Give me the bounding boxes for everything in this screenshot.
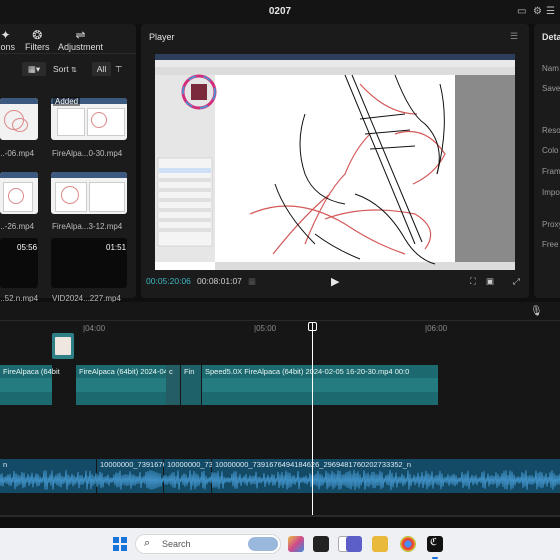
tool-effects-label: tions xyxy=(0,42,16,52)
filter-icon[interactable]: ⊤ xyxy=(115,62,122,76)
video-frame xyxy=(155,54,515,270)
audio-clip-4-label: 10000000_7391676494184626_29694817602027… xyxy=(215,460,412,469)
video-clip-1-label: FireAlpaca (64bit xyxy=(3,367,60,376)
video-clip-2[interactable]: FireAlpaca (64bit) 2024-04 xyxy=(76,365,168,405)
search-icon: ⌕ xyxy=(144,537,151,549)
grid-icon: ▦▾ xyxy=(27,64,41,74)
player-panel: Player ☰ 00:05:20:06 00:08:01:07 ▦ ▶ ⛶ ▣… xyxy=(141,24,529,298)
expand-icon[interactable]: ⤢ xyxy=(513,276,520,287)
horizontal-scrollbar[interactable] xyxy=(0,515,560,517)
video-clip-5-label: Speed5.0X FireAlpaca (64bit) 2024-02-05 … xyxy=(205,367,410,376)
detail-import: Impo xyxy=(542,188,560,197)
media-thumbnail-1[interactable] xyxy=(0,98,38,140)
ruler-label-2: |05:00 xyxy=(254,324,277,333)
media-thumbnail-3[interactable] xyxy=(0,172,38,214)
details-title: Deta xyxy=(542,32,560,42)
detail-frame: Fram xyxy=(542,167,560,176)
timeline-grid-icon[interactable]: ▦ xyxy=(248,276,256,287)
details-panel: Deta Nam Save Reso Colo Fram Impo Proxy … xyxy=(534,24,560,298)
sort-button[interactable]: Sort ⇅ xyxy=(53,62,77,76)
adjustment-icon: ⇌ xyxy=(75,28,86,42)
video-clip-2-label: FireAlpaca (64bit) 2024-04 xyxy=(79,367,168,376)
settings-icon[interactable]: ⚙ xyxy=(533,6,542,17)
divider xyxy=(0,53,136,54)
sort-label: Sort xyxy=(53,64,69,74)
playhead-handle[interactable] xyxy=(308,322,317,331)
media-label-1: ...-06.mp4 xyxy=(0,149,35,158)
windows-start-icon[interactable] xyxy=(113,537,127,551)
video-clip-3-label: c xyxy=(169,367,173,376)
chrome-icon[interactable] xyxy=(400,536,416,552)
player-menu-icon[interactable]: ☰ xyxy=(510,31,518,42)
detail-save: Save xyxy=(542,84,560,93)
filter-all-button[interactable]: All xyxy=(92,62,111,76)
teams-icon[interactable] xyxy=(346,536,362,552)
menu-icon[interactable]: ☰ xyxy=(546,6,555,17)
ruler-top-line xyxy=(0,320,560,321)
tool-adjustment[interactable]: ⇌ Adjustment xyxy=(58,28,103,52)
detail-name: Nam xyxy=(542,64,559,73)
app-icon-dark[interactable] xyxy=(313,536,329,552)
video-clip-5[interactable]: Speed5.0X FireAlpaca (64bit) 2024-02-05 … xyxy=(202,365,438,405)
video-clip-4-label: Fin xyxy=(184,367,195,376)
search-placeholder: Search xyxy=(162,539,191,549)
play-button[interactable]: ▶ xyxy=(331,275,339,288)
total-time: 00:08:01:07 xyxy=(197,276,242,286)
fullscreen-crop-icon[interactable]: ⛶ xyxy=(470,276,476,287)
search-box[interactable]: ⌕ Search xyxy=(135,534,281,554)
aspect-ratio-icon[interactable]: ▣ xyxy=(486,276,494,287)
video-clip-3[interactable]: c xyxy=(166,365,180,405)
audio-waveform xyxy=(0,470,560,490)
tool-filters[interactable]: ❂ Filters xyxy=(25,28,50,52)
overlay-clip[interactable] xyxy=(52,333,74,359)
tool-effects[interactable]: ✦ tions xyxy=(0,28,15,52)
timeline-panel: 🎙 |04:00 |05:00 |06:00 FireAlpaca (64bit… xyxy=(0,302,560,517)
microphone-icon[interactable]: 🎙 xyxy=(530,306,543,317)
player-title: Player xyxy=(149,32,175,42)
media-panel: ✦ tions ❂ Filters ⇌ Adjustment ▦▾ Sort ⇅… xyxy=(0,24,136,303)
duration-5: 05:56 xyxy=(17,243,38,252)
media-thumbnail-4[interactable] xyxy=(51,172,127,214)
media-label-2: FireAlpa...0-30.mp4 xyxy=(52,149,123,158)
effects-icon: ✦ xyxy=(0,28,11,42)
tool-adjustment-label: Adjustment xyxy=(58,42,104,52)
filter-all-label: All xyxy=(96,64,107,74)
media-label-4: FireAlpa...3-12.mp4 xyxy=(52,222,123,231)
audio-clip-3-label: 10000000_73 xyxy=(167,460,213,469)
video-clip-1[interactable]: FireAlpaca (64bit xyxy=(0,365,60,405)
sort-icon: ⇅ xyxy=(70,67,77,74)
detail-resolution: Reso xyxy=(542,126,560,135)
filters-icon: ❂ xyxy=(32,28,43,42)
file-explorer-icon[interactable] xyxy=(372,536,388,552)
window-title: 0207 xyxy=(268,6,292,17)
ruler-label-3: |06:00 xyxy=(425,324,448,333)
active-app-indicator xyxy=(432,557,438,559)
view-mode-button[interactable]: ▦▾ xyxy=(22,62,46,76)
video-preview[interactable] xyxy=(155,54,515,270)
video-clip-4[interactable]: Fin xyxy=(181,365,201,405)
current-time: 00:05:20:06 xyxy=(146,276,191,286)
capcut-icon[interactable]: ℭ xyxy=(427,536,443,552)
media-label-3: ...-26.mp4 xyxy=(0,222,35,231)
detail-proxy: Proxy xyxy=(542,220,560,229)
ruler-label-1: |04:00 xyxy=(83,324,106,333)
audio-clip-1-label: n xyxy=(3,460,8,469)
search-highlight-image xyxy=(248,537,278,551)
audio-clip-2-label: 10000000_7391676 xyxy=(100,460,167,469)
monitor-icon[interactable]: ▭ xyxy=(517,6,526,17)
detail-color: Colo xyxy=(542,146,559,155)
taskbar: ⌕ Search ℭ xyxy=(0,528,560,560)
playhead[interactable] xyxy=(312,322,313,516)
copilot-icon[interactable] xyxy=(288,536,304,552)
duration-6: 01:51 xyxy=(106,243,127,252)
added-badge: Added xyxy=(53,97,81,106)
detail-free: Free xyxy=(542,240,559,249)
tool-filters-label: Filters xyxy=(25,42,50,52)
title-bar: 0207 ▭ ⚙ ☰ xyxy=(0,0,560,24)
